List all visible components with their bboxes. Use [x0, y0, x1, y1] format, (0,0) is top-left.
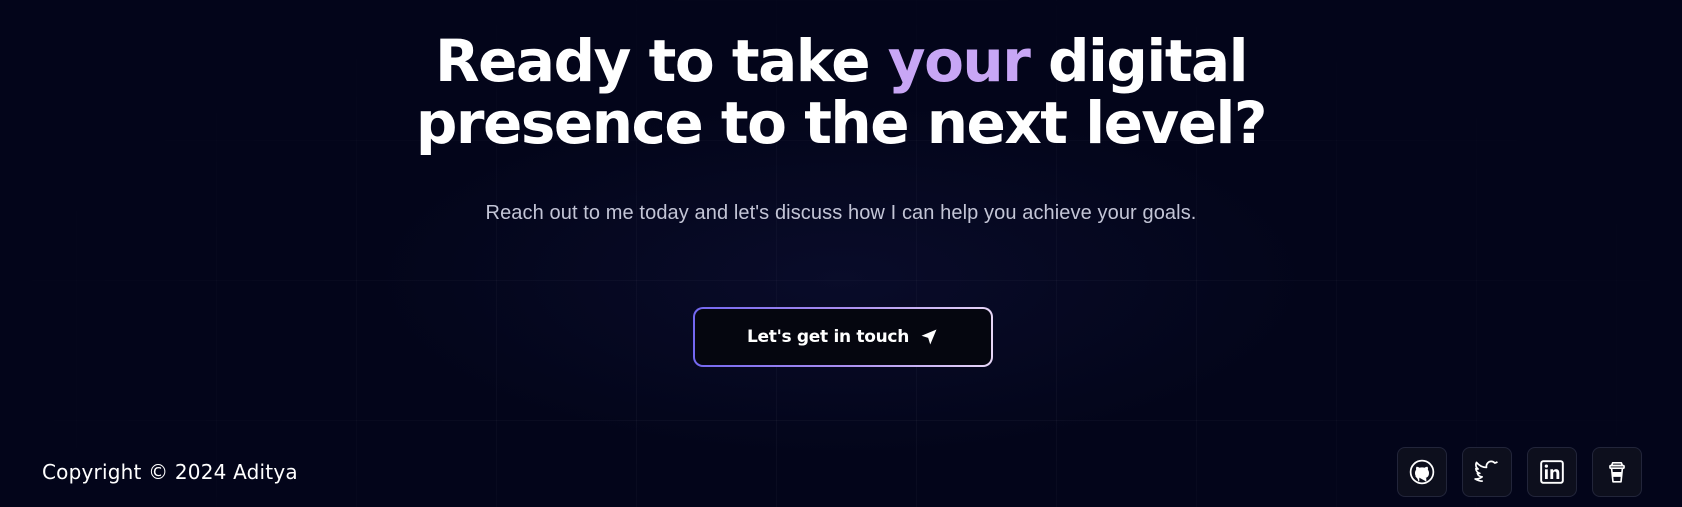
linkedin-link[interactable]: [1527, 447, 1577, 497]
coffee-cup-icon: [1604, 459, 1630, 485]
github-icon: [1409, 459, 1435, 485]
buy-me-a-coffee-link[interactable]: [1592, 447, 1642, 497]
get-in-touch-label: Let's get in touch: [746, 327, 909, 347]
hero-headline: Ready to take your digital presence to t…: [391, 30, 1291, 154]
headline-text-start: Ready to take: [434, 27, 888, 95]
hero-subtitle: Reach out to me today and let's discuss …: [485, 202, 1197, 224]
social-links: [1397, 447, 1642, 497]
hero-section: Ready to take your digital presence to t…: [0, 0, 1682, 225]
send-icon: [919, 327, 939, 347]
get-in-touch-button[interactable]: Let's get in touch: [693, 307, 993, 367]
linkedin-icon: [1539, 459, 1565, 485]
github-link[interactable]: [1397, 447, 1447, 497]
get-in-touch-button-inner: Let's get in touch: [695, 309, 991, 365]
twitter-link[interactable]: [1462, 447, 1512, 497]
twitter-icon: [1474, 459, 1500, 485]
footer-copyright: Copyright © 2024 Aditya: [42, 460, 298, 484]
headline-accent-word: your: [887, 27, 1031, 95]
